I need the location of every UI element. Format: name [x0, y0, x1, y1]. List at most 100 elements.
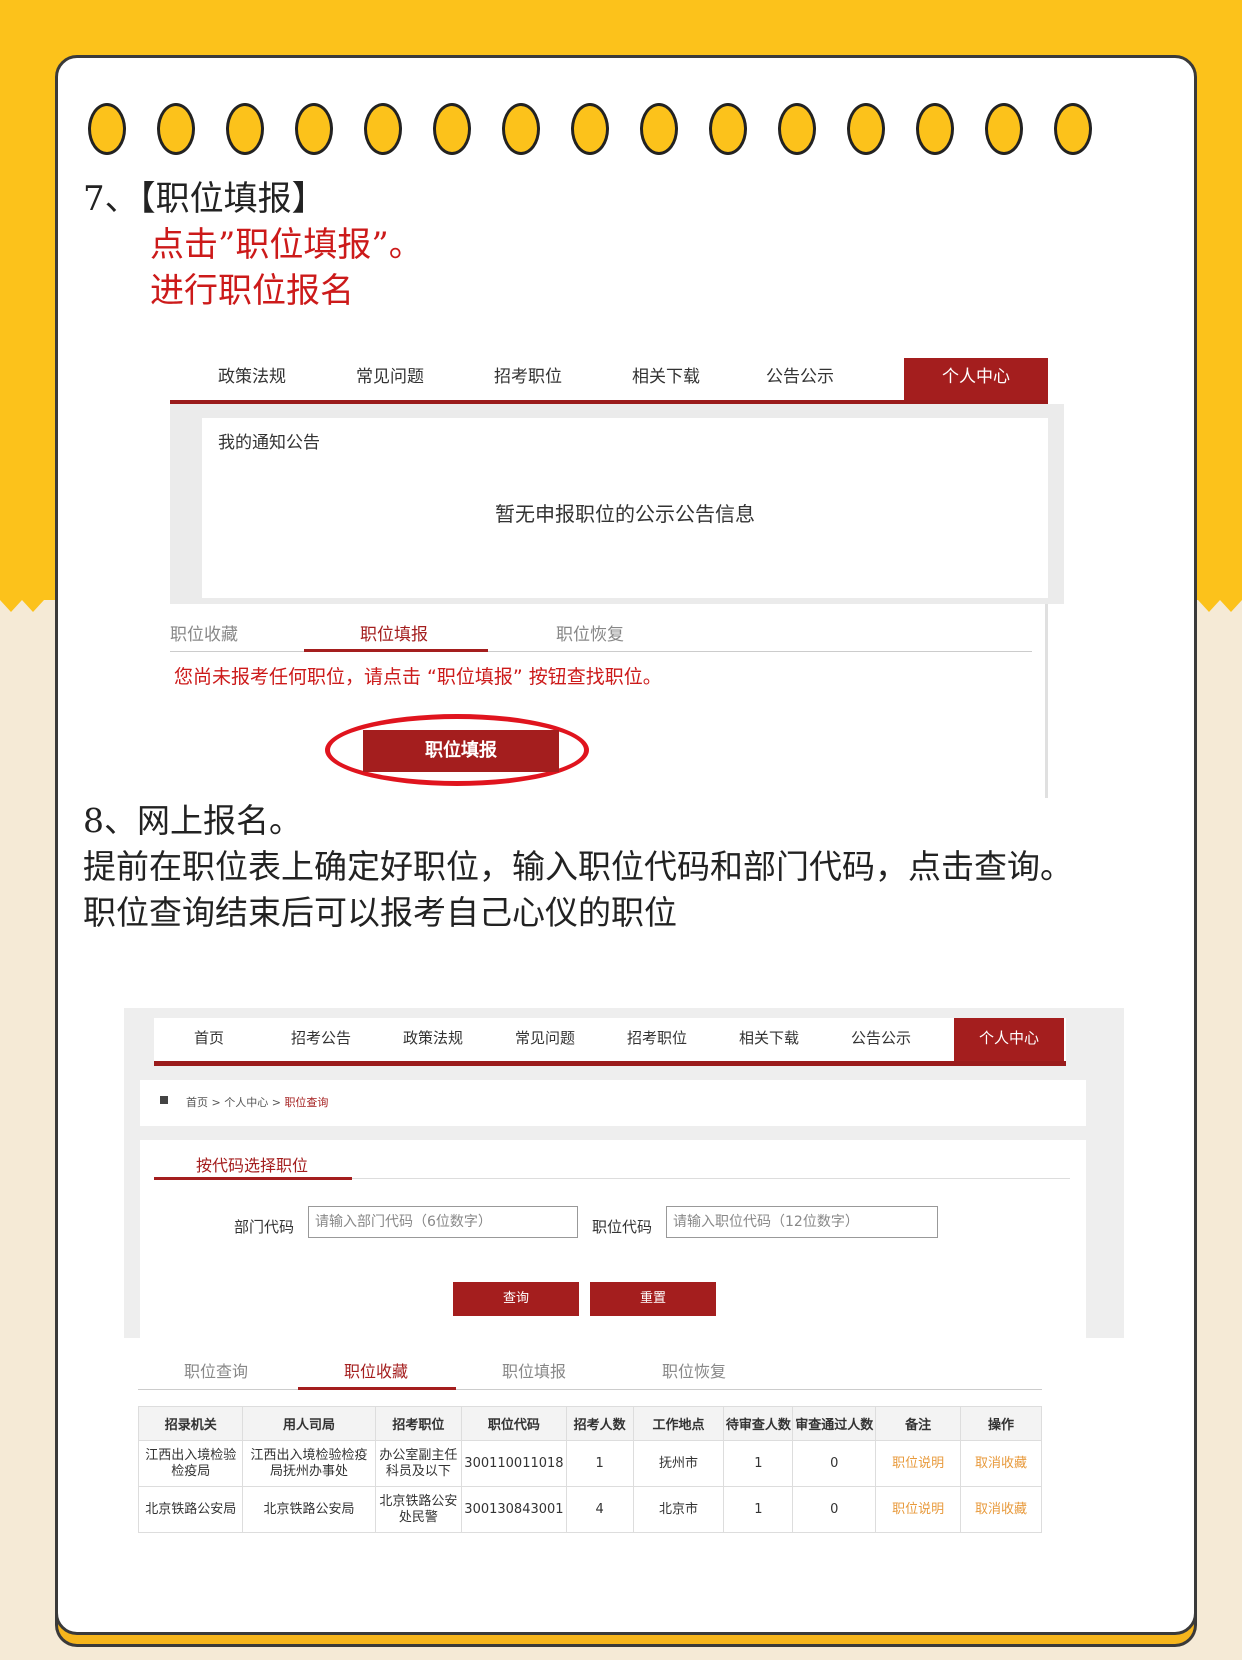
tab-restore[interactable]: 职位恢复: [662, 1358, 726, 1382]
position-code-label: 职位代码: [592, 1218, 653, 1236]
nav-item[interactable]: 招考职位: [602, 1018, 712, 1061]
query-area-background: 首页 招考公告 政策法规 常见问题 招考职位 相关下载 公告公示 个人中心 首页…: [124, 1008, 1124, 1338]
breadcrumb-item[interactable]: 个人中心: [224, 1096, 268, 1109]
query-panel: 按代码选择职位 部门代码 请输入部门代码（6位数字） 职位代码 请输入职位代码（…: [140, 1140, 1086, 1338]
table-cell: 1: [723, 1440, 794, 1487]
table-cell: 4: [565, 1486, 634, 1533]
ring-icon: [1054, 103, 1092, 155]
active-tab-underline: [298, 1387, 456, 1390]
column-header: 工作地点: [632, 1406, 725, 1441]
table-cell: 300130843001: [461, 1486, 567, 1533]
notice-panel: 我的通知公告 暂无申报职位的公示公告信息: [202, 418, 1048, 598]
nav-item[interactable]: 相关下载: [714, 1018, 824, 1061]
position-description-link[interactable]: 职位说明: [875, 1486, 962, 1533]
column-header: 用人司局: [242, 1406, 376, 1441]
nav-item-active[interactable]: 个人中心: [904, 358, 1048, 400]
breadcrumb: 首页 > 个人中心 > 职位查询: [140, 1080, 1086, 1126]
query-button[interactable]: 查询: [453, 1282, 579, 1316]
tab-query[interactable]: 职位查询: [184, 1358, 248, 1382]
nav-item[interactable]: 首页: [154, 1018, 264, 1061]
apply-position-button[interactable]: 职位填报: [363, 730, 559, 772]
notebook-card: 7、【职位填报】 点击”职位填报”。 进行职位报名 政策法规 常见问题 招考职位…: [55, 55, 1197, 1635]
nav-item[interactable]: 相关下载: [594, 358, 738, 400]
table-cell: 0: [792, 1486, 877, 1533]
favorites-table: 招录机关 用人司局 招考职位 职位代码 招考人数 工作地点 待审查人数 审查通过…: [137, 1406, 1042, 1533]
ring-icon: [916, 103, 954, 155]
table-cell: 北京铁路公安处民警: [374, 1486, 463, 1533]
reset-button[interactable]: 重置: [590, 1282, 716, 1316]
unfavorite-link[interactable]: 取消收藏: [960, 1486, 1042, 1533]
column-header: 招考人数: [565, 1406, 634, 1441]
table-cell: 0: [792, 1440, 877, 1487]
ring-icon: [364, 103, 402, 155]
nav-item[interactable]: 政策法规: [180, 358, 324, 400]
table-cell: 北京铁路公安局: [242, 1486, 376, 1533]
tab-apply[interactable]: 职位填报: [360, 620, 428, 645]
tab-favorites[interactable]: 职位收藏: [170, 620, 238, 645]
result-tabs: 职位查询 职位收藏 职位填报 职位恢复: [138, 1354, 1042, 1390]
ring-icon: [985, 103, 1023, 155]
position-description-link[interactable]: 职位说明: [875, 1440, 962, 1487]
ring-icon: [571, 103, 609, 155]
nav-item[interactable]: 招考公告: [266, 1018, 376, 1061]
step7-line1: 点击”职位填报”。: [150, 225, 423, 265]
nav-item[interactable]: 常见问题: [318, 358, 462, 400]
table-row: 北京铁路公安局 北京铁路公安局 北京铁路公安处民警 300130843001 4…: [137, 1486, 1042, 1533]
tab-favorites[interactable]: 职位收藏: [344, 1358, 408, 1382]
ring-icon: [433, 103, 471, 155]
step7-title: 7、【职位填报】: [83, 179, 326, 219]
highlighted-button-area: 职位填报: [325, 714, 589, 786]
table-cell: 1: [565, 1440, 634, 1487]
table-cell: 北京铁路公安局: [137, 1486, 244, 1533]
tab-restore[interactable]: 职位恢复: [556, 620, 624, 645]
table-header-row: 招录机关 用人司局 招考职位 职位代码 招考人数 工作地点 待审查人数 审查通过…: [137, 1406, 1042, 1441]
column-header: 职位代码: [461, 1406, 567, 1441]
unfavorite-link[interactable]: 取消收藏: [960, 1440, 1042, 1487]
column-header: 招考职位: [374, 1406, 463, 1441]
breadcrumb-current: 职位查询: [284, 1096, 329, 1109]
notice-empty-message: 暂无申报职位的公示公告信息: [495, 502, 755, 526]
table-cell: 办公室副主任科员及以下: [374, 1440, 463, 1487]
column-header: 待审查人数: [723, 1406, 794, 1441]
tab-apply[interactable]: 职位填报: [502, 1358, 566, 1382]
ring-icon: [847, 103, 885, 155]
column-header: 审查通过人数: [792, 1406, 877, 1441]
nav-item[interactable]: 政策法规: [378, 1018, 488, 1061]
table-cell: 抚州市: [632, 1440, 725, 1487]
nav-item[interactable]: 公告公示: [728, 358, 872, 400]
nav-item[interactable]: 常见问题: [490, 1018, 600, 1061]
results-panel: 职位查询 职位收藏 职位填报 职位恢复 招录机关 用人司局 招考职位 职位代码 …: [124, 1338, 1124, 1548]
step7-text: 7、【职位填报】 点击”职位填报”。 进行职位报名: [83, 176, 423, 314]
ring-icon: [295, 103, 333, 155]
ring-icon: [88, 103, 126, 155]
step8-text: 8、网上报名。 提前在职位表上确定好职位，输入职位代码和部门代码，点击查询。职位…: [83, 798, 1083, 936]
ring-icon: [709, 103, 747, 155]
nav-item[interactable]: 招考职位: [456, 358, 600, 400]
position-code-input[interactable]: 请输入职位代码（12位数字）: [666, 1206, 938, 1238]
screenshot-position-query: 首页 招考公告 政策法规 常见问题 招考职位 相关下载 公告公示 个人中心 首页…: [124, 1008, 1124, 1548]
column-header: 招录机关: [137, 1406, 244, 1441]
table-cell: 江西出入境检验检疫局: [137, 1440, 244, 1487]
table-cell: 1: [723, 1486, 794, 1533]
nav-item[interactable]: 公告公示: [826, 1018, 936, 1061]
nav-item-active[interactable]: 个人中心: [954, 1018, 1064, 1061]
title-underline: [154, 1177, 352, 1180]
table-cell: 300110011018: [461, 1440, 567, 1487]
zigzag-left: [0, 588, 44, 612]
dept-code-input[interactable]: 请输入部门代码（6位数字）: [308, 1206, 578, 1238]
top-nav: 首页 招考公告 政策法规 常见问题 招考职位 相关下载 公告公示 个人中心: [154, 1018, 1066, 1066]
notice-title: 我的通知公告: [218, 433, 320, 453]
screenshot-personal-center: 政策法规 常见问题 招考职位 相关下载 公告公示 个人中心 我的通知公告 暂无申…: [170, 358, 1064, 798]
column-header: 操作: [960, 1406, 1042, 1441]
step7-line2: 进行职位报名: [150, 271, 354, 311]
top-nav: 政策法规 常见问题 招考职位 相关下载 公告公示 个人中心: [170, 358, 1048, 404]
active-tab-underline: [304, 649, 488, 652]
table-cell: 北京市: [632, 1486, 725, 1533]
column-header: 备注: [875, 1406, 962, 1441]
zigzag-right: [1198, 588, 1242, 612]
breadcrumb-item[interactable]: 首页: [186, 1096, 208, 1109]
step8-body: 提前在职位表上确定好职位，输入职位代码和部门代码，点击查询。职位查询结束后可以报…: [83, 847, 1073, 932]
ring-icon: [778, 103, 816, 155]
step8-title: 8、网上报名。: [83, 801, 302, 840]
ring-icon: [640, 103, 678, 155]
